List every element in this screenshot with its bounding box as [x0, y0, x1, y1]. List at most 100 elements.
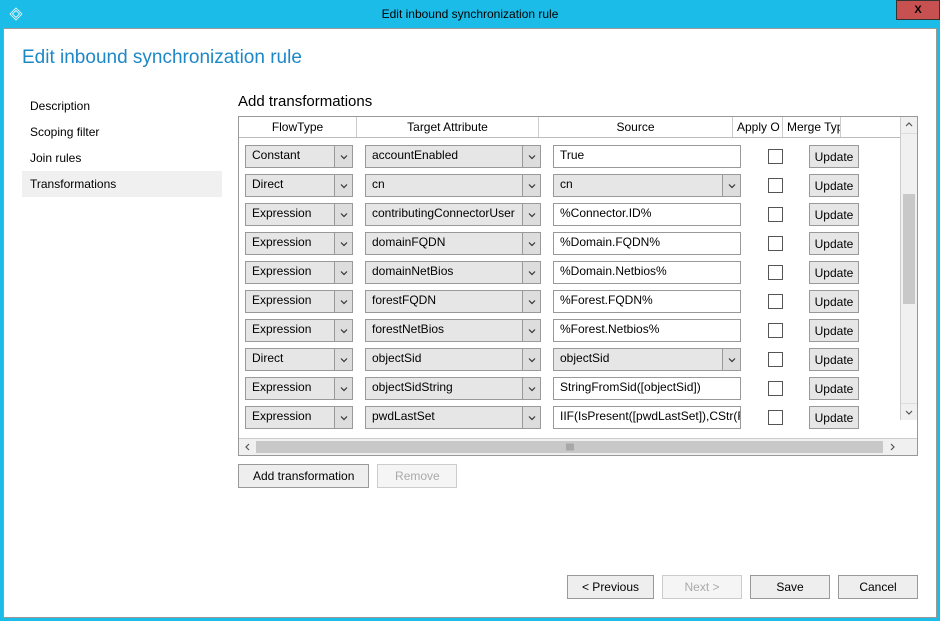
dropdown-value: Direct [246, 175, 334, 196]
dropdown-value: domainFQDN [366, 233, 522, 254]
merge-type-dropdown[interactable]: Update [809, 174, 859, 197]
next-button[interactable]: Next > [662, 575, 742, 599]
scroll-track[interactable] [901, 134, 917, 403]
source-input[interactable]: %Domain.FQDN% [553, 232, 741, 255]
merge-type-dropdown[interactable]: Update [809, 203, 859, 226]
apply-once-checkbox[interactable] [768, 323, 783, 338]
source-input[interactable]: %Forest.Netbios% [553, 319, 741, 342]
source-input[interactable]: %Domain.Netbios% [553, 261, 741, 284]
sidebar-item-join-rules[interactable]: Join rules [22, 145, 222, 171]
dropdown-value: accountEnabled [366, 146, 522, 167]
scroll-down-button[interactable] [901, 403, 917, 420]
dropdown-value: Update [815, 237, 854, 251]
dropdown-value: objectSidString [366, 378, 522, 399]
flowtype-dropdown[interactable]: Expression [245, 232, 353, 255]
scroll-h-track[interactable] [256, 439, 883, 455]
target-attribute-dropdown[interactable]: contributingConnectorUser [365, 203, 541, 226]
apply-once-checkbox[interactable] [768, 352, 783, 367]
flowtype-dropdown[interactable]: Expression [245, 377, 353, 400]
flowtype-dropdown[interactable]: Direct [245, 174, 353, 197]
flowtype-dropdown[interactable]: Expression [245, 406, 353, 429]
source-input[interactable]: StringFromSid([objectSid]) [553, 377, 741, 400]
source-input[interactable]: %Forest.FQDN% [553, 290, 741, 313]
apply-once-checkbox[interactable] [768, 236, 783, 251]
target-attribute-dropdown[interactable]: objectSid [365, 348, 541, 371]
flowtype-dropdown[interactable]: Expression [245, 203, 353, 226]
button-label: < Previous [582, 580, 639, 594]
close-button[interactable]: X [896, 0, 940, 20]
sidebar-item-label: Scoping filter [30, 125, 99, 139]
flowtype-dropdown[interactable]: Expression [245, 261, 353, 284]
button-label: Add transformation [253, 469, 354, 483]
previous-button[interactable]: < Previous [567, 575, 654, 599]
merge-type-dropdown[interactable]: Update [809, 406, 859, 429]
scroll-right-button[interactable] [883, 439, 900, 455]
merge-type-dropdown[interactable]: Update [809, 377, 859, 400]
target-attribute-dropdown[interactable]: forestFQDN [365, 290, 541, 313]
merge-type-dropdown[interactable]: Update [809, 145, 859, 168]
chevron-down-icon [522, 407, 540, 428]
sidebar-item-description[interactable]: Description [22, 93, 222, 119]
dropdown-value: cn [366, 175, 522, 196]
apply-once-checkbox[interactable] [768, 410, 783, 425]
col-header-flowtype[interactable]: FlowType [239, 117, 357, 137]
sidebar-item-transformations[interactable]: Transformations [22, 171, 222, 197]
scroll-corner [900, 439, 917, 455]
transformations-grid: FlowType Target Attribute Source Apply O… [238, 116, 918, 456]
chevron-down-icon [334, 407, 352, 428]
source-dropdown[interactable]: objectSid [553, 348, 741, 371]
add-transformation-button[interactable]: Add transformation [238, 464, 369, 488]
apply-once-cell [753, 294, 797, 309]
apply-once-checkbox[interactable] [768, 178, 783, 193]
save-button[interactable]: Save [750, 575, 830, 599]
scroll-left-button[interactable] [239, 439, 256, 455]
apply-once-checkbox[interactable] [768, 207, 783, 222]
dropdown-value: contributingConnectorUser [366, 204, 522, 225]
target-attribute-dropdown[interactable]: accountEnabled [365, 145, 541, 168]
flowtype-dropdown[interactable]: Expression [245, 290, 353, 313]
apply-once-cell [753, 352, 797, 367]
merge-type-dropdown[interactable]: Update [809, 232, 859, 255]
dropdown-value: Direct [246, 349, 334, 370]
dropdown-value: Update [815, 266, 854, 280]
flowtype-dropdown[interactable]: Constant [245, 145, 353, 168]
source-input[interactable]: True [553, 145, 741, 168]
chevron-down-icon [522, 320, 540, 341]
scroll-thumb[interactable] [903, 194, 915, 304]
target-attribute-dropdown[interactable]: domainFQDN [365, 232, 541, 255]
vertical-scrollbar[interactable] [900, 117, 917, 420]
target-attribute-dropdown[interactable]: forestNetBios [365, 319, 541, 342]
dropdown-value: Update [815, 353, 854, 367]
col-header-target[interactable]: Target Attribute [357, 117, 539, 137]
source-input[interactable]: %Connector.ID% [553, 203, 741, 226]
target-attribute-dropdown[interactable]: pwdLastSet [365, 406, 541, 429]
col-header-apply[interactable]: Apply O [733, 117, 783, 137]
remove-button[interactable]: Remove [377, 464, 457, 488]
cancel-button[interactable]: Cancel [838, 575, 918, 599]
merge-type-dropdown[interactable]: Update [809, 261, 859, 284]
scroll-h-thumb[interactable] [256, 441, 883, 453]
merge-type-dropdown[interactable]: Update [809, 348, 859, 371]
apply-once-checkbox[interactable] [768, 381, 783, 396]
chevron-down-icon [522, 291, 540, 312]
merge-type-dropdown[interactable]: Update [809, 290, 859, 313]
target-attribute-dropdown[interactable]: cn [365, 174, 541, 197]
section-heading: Add transformations [238, 93, 918, 110]
sidebar-item-scoping-filter[interactable]: Scoping filter [22, 119, 222, 145]
source-input[interactable]: IIF(IsPresent([pwdLastSet]),CStr(For [553, 406, 741, 429]
horizontal-scrollbar[interactable] [239, 438, 917, 455]
apply-once-checkbox[interactable] [768, 265, 783, 280]
source-dropdown[interactable]: cn [553, 174, 741, 197]
col-header-merge[interactable]: Merge Type [783, 117, 841, 137]
scroll-up-button[interactable] [901, 117, 917, 134]
merge-type-dropdown[interactable]: Update [809, 319, 859, 342]
apply-once-checkbox[interactable] [768, 294, 783, 309]
col-header-source[interactable]: Source [539, 117, 733, 137]
target-attribute-dropdown[interactable]: domainNetBios [365, 261, 541, 284]
apply-once-cell [753, 236, 797, 251]
flowtype-dropdown[interactable]: Direct [245, 348, 353, 371]
target-attribute-dropdown[interactable]: objectSidString [365, 377, 541, 400]
flowtype-dropdown[interactable]: Expression [245, 319, 353, 342]
apply-once-checkbox[interactable] [768, 149, 783, 164]
dropdown-value: Update [815, 295, 854, 309]
